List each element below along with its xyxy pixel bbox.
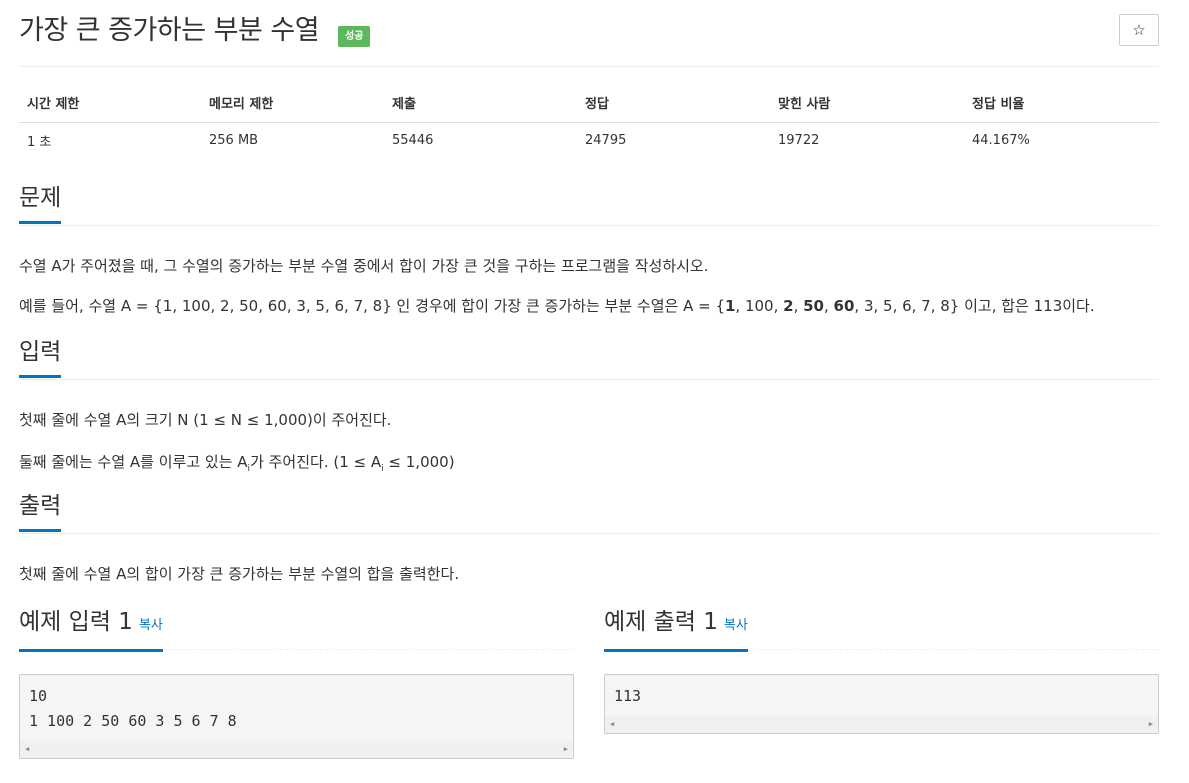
input-title: 입력	[19, 337, 62, 378]
output-title: 출력	[19, 491, 62, 532]
scroll-left-icon[interactable]: ◀	[25, 745, 29, 753]
problem-info-table: 시간 제한 메모리 제한 제출 정답 맞힌 사람 정답 비율 1 초 256 M…	[19, 84, 1159, 158]
memory-limit-header: 메모리 제한	[201, 84, 384, 123]
accept-ratio-header: 정답 비율	[964, 84, 1159, 123]
submissions-header: 제출	[384, 84, 577, 123]
input-header: 입력	[19, 337, 1159, 380]
solved-users-header: 맞힌 사람	[770, 84, 964, 123]
sample-input-title: 예제 입력 1 복사	[19, 607, 163, 652]
copy-input-button[interactable]: 복사	[139, 618, 163, 633]
copy-output-button[interactable]: 복사	[724, 618, 748, 633]
sample-output-header: 예제 출력 1 복사	[604, 607, 1159, 652]
sample-output-panel: 예제 출력 1 복사 113 ◀ ▶	[604, 607, 1159, 734]
status-badge: 성공	[338, 26, 371, 47]
horizontal-scrollbar[interactable]: ◀ ▶	[20, 741, 573, 758]
problem-description: 수열 A가 주어졌을 때, 그 수열의 증가하는 부분 수열 중에서 합이 가장…	[19, 257, 709, 275]
input-line-2: 둘째 줄에는 수열 A를 이루고 있는 Ai가 주어진다. (1 ≤ Ai ≤ …	[19, 453, 455, 474]
accepted-header: 정답	[577, 84, 770, 123]
sample-output-title: 예제 출력 1 복사	[604, 607, 748, 652]
scroll-right-icon[interactable]: ▶	[564, 745, 568, 753]
solved-users-value: 19722	[778, 132, 820, 148]
output-header: 출력	[19, 491, 1159, 534]
time-limit-value: 1 초	[27, 134, 52, 150]
sample-input-line: 10	[29, 687, 48, 705]
scroll-left-icon[interactable]: ◀	[610, 720, 614, 728]
sample-output-line: 113	[614, 687, 642, 705]
sample-input-panel: 예제 입력 1 복사 10 1 100 2 50 60 3 5 6 7 8 ◀ ▶	[19, 607, 574, 759]
problem-section: 문제 수열 A가 주어졌을 때, 그 수열의 증가하는 부분 수열 중에서 합이…	[19, 183, 1159, 317]
problem-header: 문제	[19, 183, 1159, 226]
accepted-value: 24795	[585, 132, 627, 148]
submissions-value: 55446	[392, 132, 434, 148]
sample-input-line: 1 100 2 50 60 3 5 6 7 8	[29, 712, 237, 730]
horizontal-scrollbar[interactable]: ◀ ▶	[605, 716, 1158, 733]
output-section: 출력 첫째 줄에 수열 A의 합이 가장 큰 증가하는 부분 수열의 합을 출력…	[19, 491, 1159, 585]
memory-limit-value: 256 MB	[209, 132, 259, 148]
input-line-1: 첫째 줄에 수열 A의 크기 N (1 ≤ N ≤ 1,000)이 주어진다.	[19, 411, 392, 429]
header-divider	[19, 66, 1159, 67]
info-header-row: 시간 제한 메모리 제한 제출 정답 맞힌 사람 정답 비율	[19, 84, 1159, 123]
problem-example-text: 예를 들어, 수열 A = {1, 100, 2, 50, 60, 3, 5, …	[19, 297, 1095, 315]
output-description: 첫째 줄에 수열 A의 합이 가장 큰 증가하는 부분 수열의 합을 출력한다.	[19, 565, 460, 583]
info-value-row: 1 초 256 MB 55446 24795 19722 44.167%	[19, 122, 1159, 158]
title-row: 가장 큰 증가하는 부분 수열 성공 ☆	[19, 14, 1159, 50]
sample-input-header: 예제 입력 1 복사	[19, 607, 574, 652]
star-button[interactable]: ☆	[1119, 14, 1159, 46]
scroll-right-icon[interactable]: ▶	[1149, 720, 1153, 728]
page-title: 가장 큰 증가하는 부분 수열	[19, 15, 320, 46]
star-icon: ☆	[1132, 21, 1146, 39]
sample-input-box[interactable]: 10 1 100 2 50 60 3 5 6 7 8 ◀ ▶	[19, 674, 574, 759]
sample-output-box[interactable]: 113 ◀ ▶	[604, 674, 1159, 734]
accept-ratio-value: 44.167%	[972, 132, 1030, 148]
problem-title: 문제	[19, 183, 62, 224]
input-section: 입력 첫째 줄에 수열 A의 크기 N (1 ≤ N ≤ 1,000)이 주어진…	[19, 337, 1159, 480]
time-limit-header: 시간 제한	[19, 84, 201, 123]
